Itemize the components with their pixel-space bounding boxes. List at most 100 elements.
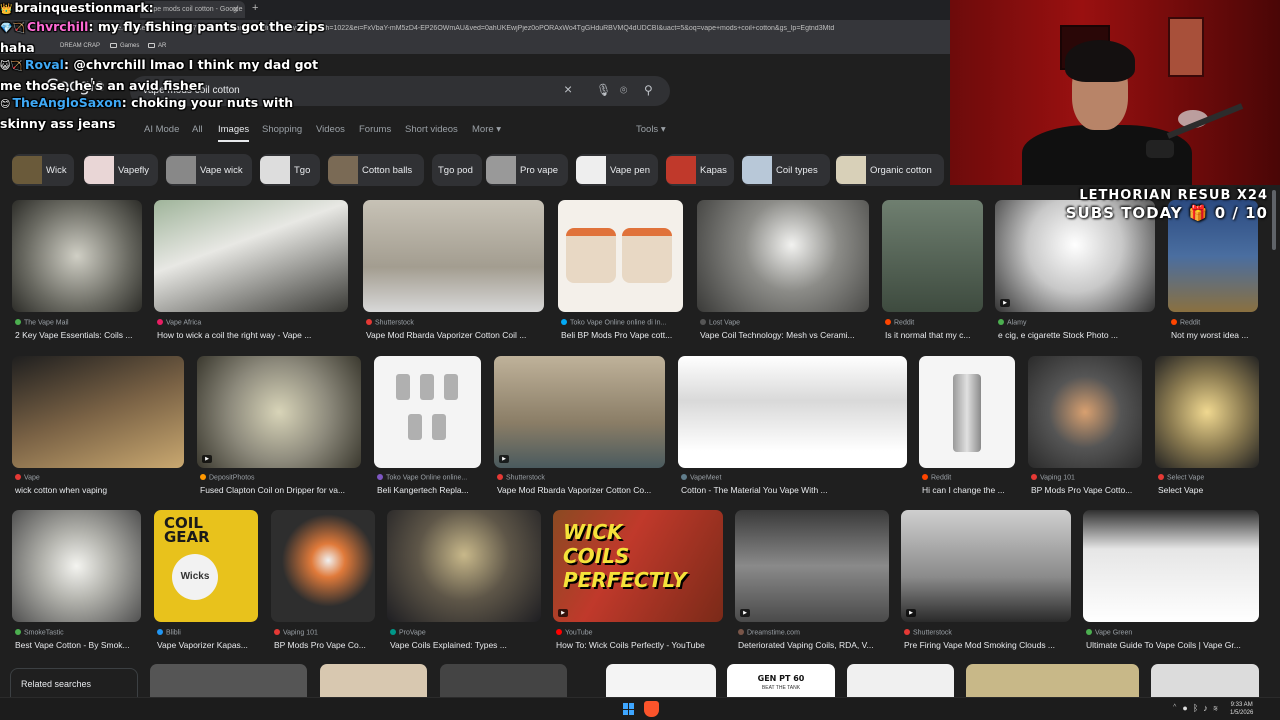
microphone-icon[interactable]: 🎙 <box>596 83 611 97</box>
result-image[interactable] <box>1028 356 1142 468</box>
result-title[interactable]: 2 Key Vape Essentials: Coils ... <box>15 330 142 340</box>
result-image[interactable] <box>558 200 683 312</box>
result-source[interactable]: Shutterstock <box>366 319 544 327</box>
result-title[interactable]: Best Vape Cotton - By Smok... <box>15 640 141 650</box>
chip-tgo-pod[interactable]: Tgo pod <box>432 154 482 186</box>
chevron-up-icon[interactable]: ⌃ <box>1172 703 1182 713</box>
chip-cotton-balls[interactable]: Cotton balls <box>328 154 424 186</box>
result-title[interactable]: Ultimate Guide To Vape Coils | Vape Gr..… <box>1086 640 1258 650</box>
result-source[interactable]: Reddit <box>922 474 1015 482</box>
result-title[interactable]: Deteriorated Vaping Coils, RDA, V... <box>738 640 888 650</box>
result-source[interactable]: Lost Vape <box>700 319 868 327</box>
brave-browser-icon[interactable] <box>644 701 659 717</box>
result-source[interactable]: DepositPhotos <box>200 474 360 482</box>
result-title[interactable]: Vape Mod Rbarda Vaporizer Cotton Co... <box>497 485 665 495</box>
result-image[interactable] <box>387 510 541 622</box>
result-title[interactable]: Vape Vaporizer Kapas... <box>157 640 257 650</box>
result-title[interactable]: Vape Coils Explained: Types ... <box>390 640 540 650</box>
result-title[interactable]: Beli Kangertech Repla... <box>377 485 481 495</box>
result-source[interactable]: Vaping 101 <box>1031 474 1141 482</box>
chip-coil-types[interactable]: Coil types <box>742 154 830 186</box>
result-title[interactable]: e cig, e cigarette Stock Photo ... <box>998 330 1154 340</box>
result-title[interactable]: Select Vape <box>1158 485 1258 495</box>
chip-vape-wick[interactable]: Vape wick <box>166 154 252 186</box>
result-image[interactable] <box>154 200 348 312</box>
result-image[interactable] <box>1155 356 1259 468</box>
result-title[interactable]: Fused Clapton Coil on Dripper for va... <box>200 485 360 495</box>
result-image[interactable] <box>363 200 544 312</box>
windows-start-icon[interactable] <box>623 703 635 715</box>
result-source[interactable]: Dreamstime.com <box>738 629 888 637</box>
result-source[interactable]: ProVape <box>390 629 540 637</box>
result-source[interactable]: Select Vape <box>1158 474 1258 482</box>
result-source[interactable]: Vape <box>15 474 183 482</box>
result-image[interactable]: ▶ <box>197 356 361 468</box>
tools-button[interactable]: Tools ▾ <box>636 124 666 135</box>
result-source[interactable]: The Vape Mail <box>15 319 142 327</box>
result-title[interactable]: Beli BP Mods Pro Vape cott... <box>561 330 683 340</box>
result-image[interactable] <box>882 200 983 312</box>
result-image[interactable]: ▶ <box>494 356 665 468</box>
chip-wick[interactable]: Wick <box>12 154 74 186</box>
wifi-icon[interactable]: ≋ <box>1213 703 1223 713</box>
result-source[interactable]: Reddit <box>885 319 983 327</box>
result-source[interactable]: Vape Green <box>1086 629 1258 637</box>
result-title[interactable]: BP Mods Pro Vape Cotto... <box>1031 485 1141 495</box>
tab-short-videos[interactable]: Short videos <box>405 124 458 135</box>
result-title[interactable]: Not my worst idea ... <box>1171 330 1257 340</box>
result-image[interactable] <box>12 510 141 622</box>
scrollbar[interactable] <box>1272 190 1276 250</box>
chip-vapefly[interactable]: Vapefly <box>84 154 158 186</box>
result-title[interactable]: Cotton - The Material You Vape With ... <box>681 485 907 495</box>
result-source[interactable]: VapeMeet <box>681 474 907 482</box>
lens-icon[interactable]: ⌾ <box>620 83 627 98</box>
result-title[interactable]: BP Mods Pro Vape Co... <box>274 640 374 650</box>
result-title[interactable]: Vape Coil Technology: Mesh vs Cerami... <box>700 330 868 340</box>
result-image[interactable] <box>12 200 142 312</box>
result-title[interactable]: Pre Firing Vape Mod Smoking Clouds ... <box>904 640 1070 650</box>
result-source[interactable]: YouTube <box>556 629 722 637</box>
volume-icon[interactable]: ♪ <box>1203 703 1213 713</box>
chip-pro-vape[interactable]: Pro vape <box>486 154 568 186</box>
result-source[interactable]: Blibli <box>157 629 257 637</box>
chip-tgo[interactable]: Tgo <box>260 154 320 186</box>
result-image[interactable] <box>919 356 1015 468</box>
clear-icon[interactable]: × <box>564 81 572 97</box>
result-source[interactable]: Shutterstock <box>904 629 1070 637</box>
result-source[interactable]: Reddit <box>1171 319 1257 327</box>
result-source[interactable]: SmokeTastic <box>15 629 141 637</box>
result-source[interactable]: Vape Africa <box>157 319 347 327</box>
result-image[interactable] <box>678 356 907 468</box>
result-title[interactable]: Vape Mod Rbarda Vaporizer Cotton Coil ..… <box>366 330 544 340</box>
result-image[interactable]: ▶ <box>735 510 889 622</box>
related-searches-panel[interactable]: Related searches <box>10 668 138 700</box>
result-image[interactable]: WICK COILS PERFECTLY ▶ <box>553 510 723 622</box>
bluetooth-icon[interactable]: ᛒ <box>1193 703 1203 713</box>
result-image[interactable] <box>12 356 184 468</box>
result-source[interactable]: Vaping 101 <box>274 629 374 637</box>
result-image[interactable] <box>374 356 481 468</box>
result-image[interactable]: ▶ <box>901 510 1071 622</box>
result-title[interactable]: wick cotton when vaping <box>15 485 183 495</box>
tab-forums[interactable]: Forums <box>359 124 391 135</box>
chip-kapas[interactable]: Kapas <box>666 154 734 186</box>
chip-vape-pen[interactable]: Vape pen <box>576 154 658 186</box>
result-title[interactable]: Is it normal that my c... <box>885 330 983 340</box>
system-tray[interactable]: ⌃●ᛒ♪≋ <box>1172 703 1223 713</box>
result-title[interactable]: Hi can I change the ... <box>922 485 1015 495</box>
result-source[interactable]: Toko Vape Online online di In... <box>561 319 683 327</box>
search-icon[interactable]: ⚲ <box>644 83 653 97</box>
result-title[interactable]: How To: Wick Coils Perfectly - YouTube <box>556 640 722 650</box>
tray-app-icon[interactable]: ● <box>1182 703 1192 713</box>
result-source[interactable]: Toko Vape Online online... <box>377 474 481 482</box>
result-title[interactable]: How to wick a coil the right way - Vape … <box>157 330 347 340</box>
result-image[interactable] <box>271 510 375 622</box>
clock[interactable]: 9:33 AM 1/5/2026 <box>1230 701 1253 717</box>
result-image[interactable] <box>1083 510 1259 622</box>
chip-organic-cotton[interactable]: Organic cotton <box>836 154 944 186</box>
result-source[interactable]: Alamy <box>998 319 1154 327</box>
result-image[interactable] <box>697 200 869 312</box>
tab-more[interactable]: More ▾ <box>472 124 501 135</box>
result-image[interactable]: COIL GEAR Wicks <box>154 510 258 622</box>
result-source[interactable]: Shutterstock <box>497 474 665 482</box>
